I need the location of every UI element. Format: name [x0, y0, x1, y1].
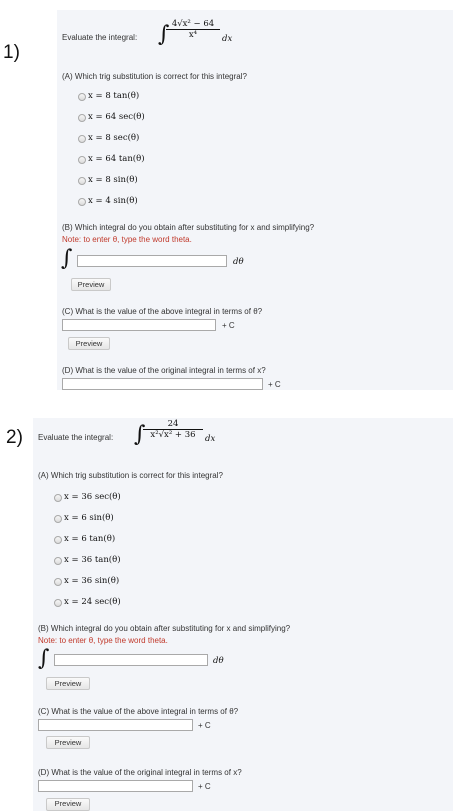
part-c-answer-input[interactable] [38, 719, 193, 731]
option-radio[interactable] [54, 536, 62, 544]
part-d-answer-input[interactable] [62, 378, 263, 390]
option-radio[interactable] [54, 578, 62, 586]
option-label: x = 8 tan(θ) [88, 91, 140, 101]
option-label: x = 36 sec(θ) [64, 492, 121, 502]
problem-number: 1) [3, 42, 20, 63]
option-label: x = 6 tan(θ) [64, 534, 116, 544]
evaluate-label: Evaluate the integral: [38, 433, 114, 442]
option-radio[interactable] [78, 177, 86, 185]
option-radio[interactable] [54, 515, 62, 523]
option-label: x = 24 sec(θ) [64, 597, 121, 607]
option-label: x = 64 tan(θ) [88, 154, 145, 164]
evaluate-label: Evaluate the integral: [62, 33, 138, 42]
part-a-question: (A) Which trig substitution is correct f… [38, 471, 223, 480]
option-radio[interactable] [54, 599, 62, 607]
preview-button[interactable]: Preview [46, 736, 90, 749]
option-radio[interactable] [78, 198, 86, 206]
part-c-answer-input[interactable] [62, 319, 216, 331]
integrand-numerator: 24 [167, 419, 179, 429]
problem-number: 2) [6, 427, 23, 448]
option-label: x = 36 tan(θ) [64, 555, 121, 565]
integrand-dx: dx [205, 434, 216, 444]
preview-button[interactable]: Preview [68, 337, 110, 350]
integrand-denominator: x²√x² + 36 [150, 430, 196, 440]
part-b-question: (B) Which integral do you obtain after s… [38, 624, 291, 633]
option-radio[interactable] [54, 557, 62, 565]
part-b-answer-input[interactable] [54, 654, 208, 666]
option-radio[interactable] [78, 114, 86, 122]
option-label: x = 4 sin(θ) [88, 196, 138, 206]
option-label: x = 36 sin(θ) [64, 576, 120, 586]
part-b-note: Note: to enter θ, type the word theta. [38, 636, 168, 645]
preview-button[interactable]: Preview [71, 278, 111, 291]
option-radio[interactable] [54, 494, 62, 502]
integrand-fraction: 4√x² − 64 x⁴ [166, 19, 220, 40]
part-c-question: (C) What is the value of the above integ… [62, 307, 263, 316]
part-b-question: (B) Which integral do you obtain after s… [62, 223, 315, 232]
option-radio[interactable] [78, 135, 86, 143]
part-a-question: (A) Which trig substitution is correct f… [62, 72, 247, 81]
part-d-question: (D) What is the value of the original in… [62, 366, 266, 375]
dtheta-label: dθ [213, 656, 224, 666]
plus-c-label: + C [222, 321, 235, 330]
integral-sign: ∫ [61, 246, 73, 271]
plus-c-label: + C [198, 721, 211, 730]
dtheta-label: dθ [233, 257, 244, 267]
part-d-question: (D) What is the value of the original in… [38, 768, 242, 777]
part-d-answer-input[interactable] [38, 780, 193, 792]
option-label: x = 8 sin(θ) [88, 175, 138, 185]
plus-c-label: + C [268, 380, 281, 389]
integrand-numerator: 4√x² − 64 [171, 19, 215, 29]
option-label: x = 64 sec(θ) [88, 112, 145, 122]
preview-button[interactable]: Preview [46, 798, 90, 811]
option-radio[interactable] [78, 156, 86, 164]
integrand-fraction: 24 x²√x² + 36 [143, 419, 203, 440]
option-radio[interactable] [78, 93, 86, 101]
integral-sign: ∫ [38, 646, 50, 671]
plus-c-label: + C [198, 782, 211, 791]
preview-button[interactable]: Preview [46, 677, 90, 690]
part-c-question: (C) What is the value of the above integ… [38, 707, 239, 716]
option-label: x = 8 sec(θ) [88, 133, 140, 143]
integrand-dx: dx [222, 34, 233, 44]
integrand-denominator: x⁴ [188, 30, 198, 40]
option-label: x = 6 sin(θ) [64, 513, 114, 523]
part-b-answer-input[interactable] [77, 255, 227, 267]
part-b-note: Note: to enter θ, type the word theta. [62, 235, 192, 244]
